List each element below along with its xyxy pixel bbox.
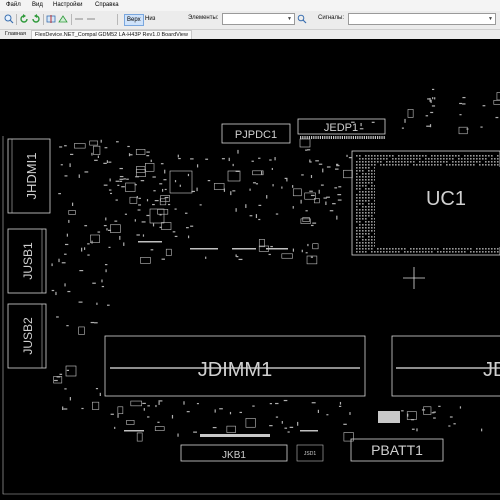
- search-elements-icon[interactable]: [297, 14, 307, 24]
- tab-document[interactable]: FlexDevice.NET_Compal GDM52 LA-H43P Rev1…: [31, 30, 192, 39]
- nav-forward-icon[interactable]: [86, 14, 96, 24]
- menu-file[interactable]: Файл: [6, 2, 21, 8]
- dimm-slot-2[interactable]: JD: [391, 335, 500, 397]
- menu-view[interactable]: Вид: [32, 2, 43, 8]
- dimm-slot-1[interactable]: JDIMM1: [104, 335, 366, 397]
- rotate-left-icon[interactable]: [19, 14, 29, 24]
- jusb1-label: JUSB1: [21, 242, 35, 280]
- board-canvas[interactable]: JHDMI1 JUSB1 JUSB2 PJPDC1 JEDP1 UC1 JDIM…: [0, 39, 500, 500]
- keyboard-connector[interactable]: JKB1: [180, 434, 288, 462]
- elements-combobox[interactable]: ▼: [222, 13, 295, 25]
- jedp1-label: JEDP1: [324, 122, 358, 134]
- nav-back-icon[interactable]: [74, 14, 84, 24]
- tab-bar: Главная FlexDevice.NET_Compal GDM52 LA-H…: [0, 30, 500, 39]
- nets-combobox[interactable]: ▼: [348, 13, 496, 25]
- usb-connector-2[interactable]: JUSB2: [7, 303, 47, 369]
- rotate-right-icon[interactable]: [31, 14, 41, 24]
- pjpdc1-label: PJPDC1: [235, 129, 277, 141]
- battery-connector[interactable]: PBATT1: [350, 411, 444, 462]
- mirror-icon[interactable]: [58, 14, 68, 24]
- pbatt1-label: PBATT1: [371, 442, 423, 458]
- edp-pins: [300, 136, 385, 139]
- flip-icon[interactable]: [46, 14, 56, 24]
- elements-label: Элементы:: [188, 15, 219, 21]
- cpu-chip[interactable]: UC1: [351, 150, 500, 256]
- side-bottom-button[interactable]: Низ: [143, 14, 157, 24]
- sd-connector[interactable]: JSD1: [296, 444, 324, 462]
- jdimm2-label: JD: [483, 359, 500, 381]
- jdimm1-label: JDIMM1: [198, 359, 272, 381]
- jhdmi1-label: JHDMI1: [24, 153, 39, 200]
- crosshair-marker: [403, 267, 425, 289]
- jusb2-label: JUSB2: [21, 317, 35, 355]
- small-components: [51, 88, 500, 442]
- tab-main[interactable]: Главная: [2, 30, 29, 39]
- menu-help[interactable]: Справка: [95, 2, 119, 8]
- chevron-down-icon: ▼: [287, 16, 292, 22]
- menu-settings[interactable]: Настройки: [53, 2, 82, 8]
- dc-jack-connector[interactable]: PJPDC1: [221, 123, 291, 144]
- zoom-in-icon[interactable]: [4, 14, 14, 24]
- menu-bar: Файл Вид Настройки Справка: [0, 0, 500, 11]
- chevron-down-icon: ▼: [488, 16, 493, 22]
- toolbar: Верх Низ Элементы: ▼ Сигналы: ▼: [0, 11, 500, 30]
- jkb1-label: JKB1: [222, 450, 246, 461]
- jsd1-label: JSD1: [304, 451, 316, 457]
- edp-connector[interactable]: JEDP1: [297, 118, 386, 135]
- side-top-button[interactable]: Верх: [124, 14, 144, 26]
- uc1-label: UC1: [426, 188, 466, 210]
- usb-connector-1[interactable]: JUSB1: [7, 228, 47, 294]
- hdmi-connector[interactable]: JHDMI1: [7, 138, 51, 214]
- nets-label: Сигналы:: [318, 15, 345, 21]
- board-view[interactable]: JHDMI1 JUSB1 JUSB2 PJPDC1 JEDP1 UC1 JDIM…: [0, 39, 500, 500]
